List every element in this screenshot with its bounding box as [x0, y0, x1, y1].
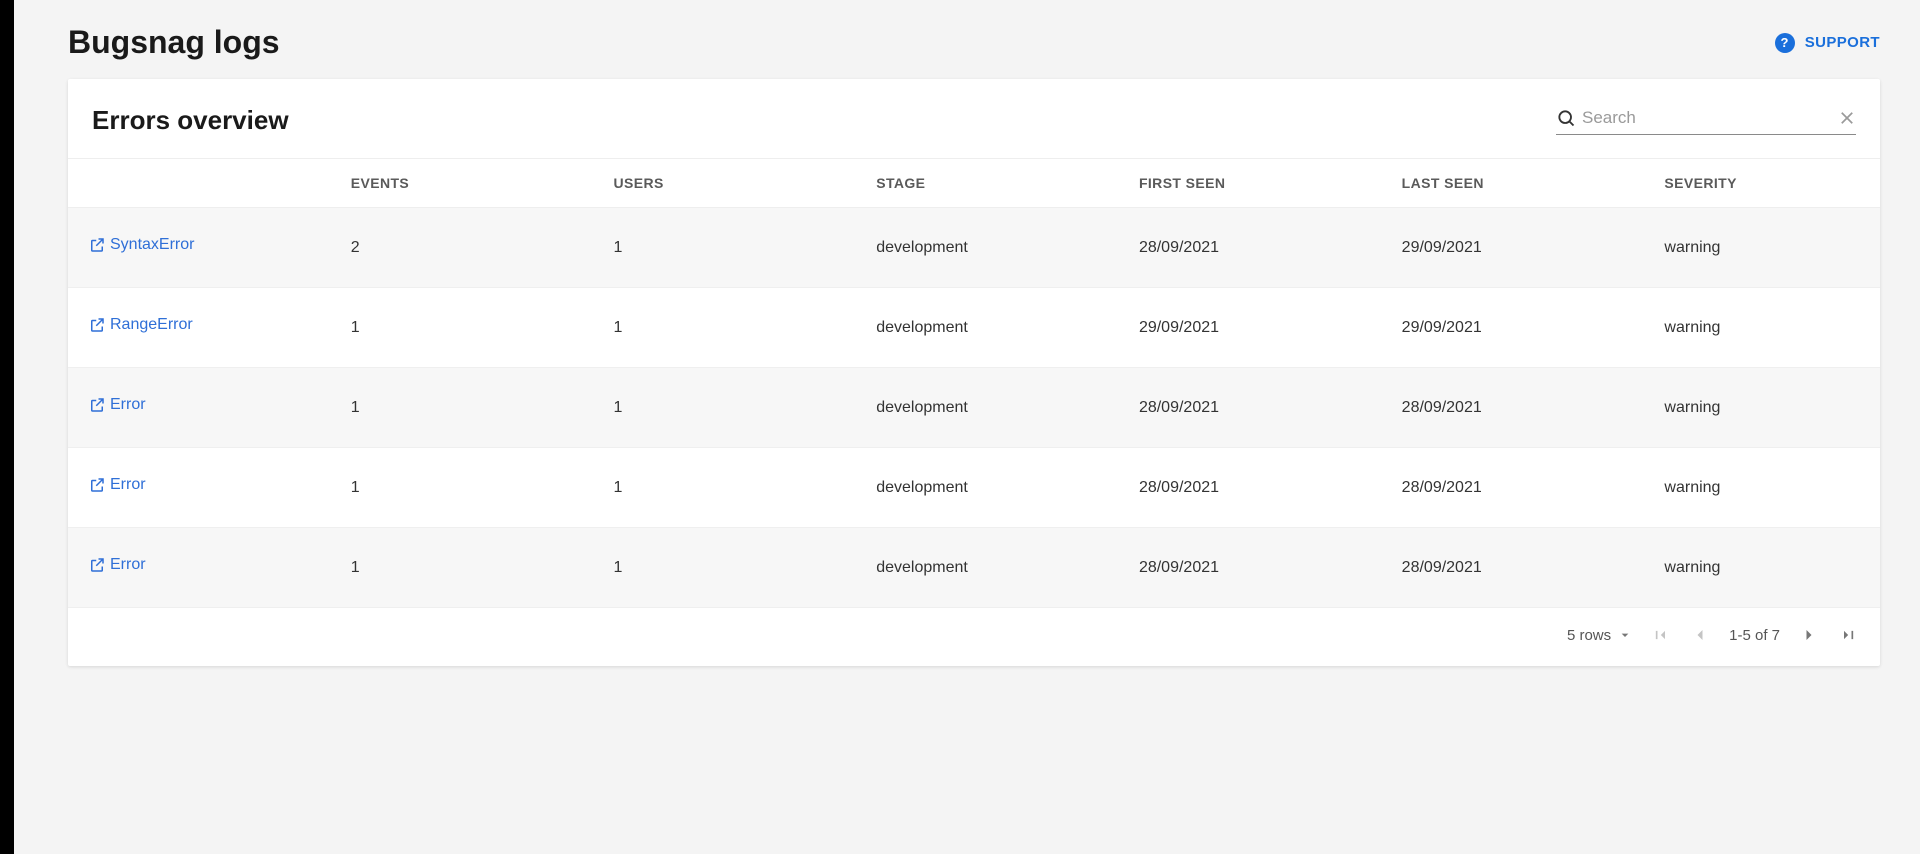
- table-footer: 5 rows 1-5 of 7: [68, 608, 1880, 666]
- cell-first-seen: 28/09/2021: [1119, 208, 1382, 288]
- cell-severity: warning: [1644, 208, 1880, 288]
- cell-events: 1: [331, 368, 594, 448]
- cell-last-seen: 28/09/2021: [1382, 368, 1645, 448]
- open-in-new-icon: [88, 396, 106, 414]
- col-name[interactable]: [68, 159, 331, 208]
- cell-events: 1: [331, 448, 594, 528]
- help-circle-icon: ?: [1775, 33, 1795, 53]
- cell-last-seen: 28/09/2021: [1382, 528, 1645, 608]
- support-link[interactable]: ? SUPPORT: [1775, 33, 1880, 53]
- error-link[interactable]: SyntaxError: [88, 236, 194, 254]
- first-page-button[interactable]: [1649, 624, 1671, 646]
- error-name: SyntaxError: [110, 236, 194, 254]
- error-name: Error: [110, 556, 146, 574]
- table-row: RangeError11development29/09/202129/09/2…: [68, 288, 1880, 368]
- prev-page-button[interactable]: [1689, 624, 1711, 646]
- page-range: 1-5 of 7: [1729, 627, 1780, 644]
- cell-users: 1: [593, 448, 856, 528]
- cell-stage: development: [856, 368, 1119, 448]
- cell-first-seen: 28/09/2021: [1119, 448, 1382, 528]
- cell-stage: development: [856, 528, 1119, 608]
- col-stage[interactable]: STAGE: [856, 159, 1119, 208]
- errors-table: EVENTS USERS STAGE FIRST SEEN LAST SEEN …: [68, 158, 1880, 608]
- table-header-row: EVENTS USERS STAGE FIRST SEEN LAST SEEN …: [68, 159, 1880, 208]
- cell-severity: warning: [1644, 288, 1880, 368]
- cell-last-seen: 29/09/2021: [1382, 208, 1645, 288]
- col-last-seen[interactable]: LAST SEEN: [1382, 159, 1645, 208]
- page-content: Bugsnag logs ? SUPPORT Errors overview: [14, 0, 1920, 854]
- support-label: SUPPORT: [1805, 34, 1880, 51]
- cell-users: 1: [593, 368, 856, 448]
- rows-per-page-label: 5 rows: [1567, 627, 1611, 644]
- cell-first-seen: 29/09/2021: [1119, 288, 1382, 368]
- cell-severity: warning: [1644, 368, 1880, 448]
- open-in-new-icon: [88, 556, 106, 574]
- col-users[interactable]: USERS: [593, 159, 856, 208]
- cell-users: 1: [593, 528, 856, 608]
- cell-stage: development: [856, 288, 1119, 368]
- cell-stage: development: [856, 448, 1119, 528]
- col-severity[interactable]: SEVERITY: [1644, 159, 1880, 208]
- error-name: RangeError: [110, 316, 193, 334]
- page-header: Bugsnag logs ? SUPPORT: [68, 24, 1880, 61]
- error-name: Error: [110, 476, 146, 494]
- search-icon: [1556, 108, 1576, 128]
- table-row: Error11development28/09/202128/09/2021wa…: [68, 528, 1880, 608]
- cell-severity: warning: [1644, 448, 1880, 528]
- rows-per-page-select[interactable]: 5 rows: [1567, 627, 1633, 644]
- open-in-new-icon: [88, 236, 106, 254]
- cell-events: 1: [331, 288, 594, 368]
- chevron-down-icon: [1617, 627, 1633, 643]
- error-link[interactable]: Error: [88, 396, 146, 414]
- clear-search-icon[interactable]: [1838, 109, 1856, 127]
- search-input[interactable]: [1576, 106, 1838, 130]
- table-row: Error11development28/09/202128/09/2021wa…: [68, 448, 1880, 528]
- next-page-button[interactable]: [1798, 624, 1820, 646]
- cell-events: 2: [331, 208, 594, 288]
- open-in-new-icon: [88, 316, 106, 334]
- cell-first-seen: 28/09/2021: [1119, 528, 1382, 608]
- cell-stage: development: [856, 208, 1119, 288]
- cell-last-seen: 28/09/2021: [1382, 448, 1645, 528]
- last-page-button[interactable]: [1838, 624, 1860, 646]
- page-title: Bugsnag logs: [68, 24, 280, 61]
- error-name: Error: [110, 396, 146, 414]
- left-rail-sliver: [0, 0, 14, 854]
- cell-users: 1: [593, 288, 856, 368]
- col-events[interactable]: EVENTS: [331, 159, 594, 208]
- cell-events: 1: [331, 528, 594, 608]
- cell-users: 1: [593, 208, 856, 288]
- cell-first-seen: 28/09/2021: [1119, 368, 1382, 448]
- card-title: Errors overview: [92, 105, 289, 136]
- error-link[interactable]: Error: [88, 476, 146, 494]
- col-first-seen[interactable]: FIRST SEEN: [1119, 159, 1382, 208]
- pager: 1-5 of 7: [1649, 624, 1860, 646]
- open-in-new-icon: [88, 476, 106, 494]
- search-field[interactable]: [1556, 106, 1856, 135]
- card-header: Errors overview: [68, 79, 1880, 158]
- table-row: Error11development28/09/202128/09/2021wa…: [68, 368, 1880, 448]
- error-link[interactable]: RangeError: [88, 316, 193, 334]
- table-row: SyntaxError 21development28/09/202129/09/…: [68, 208, 1880, 288]
- cell-severity: warning: [1644, 528, 1880, 608]
- errors-card: Errors overview: [68, 79, 1880, 666]
- error-link[interactable]: Error: [88, 556, 146, 574]
- cell-last-seen: 29/09/2021: [1382, 288, 1645, 368]
